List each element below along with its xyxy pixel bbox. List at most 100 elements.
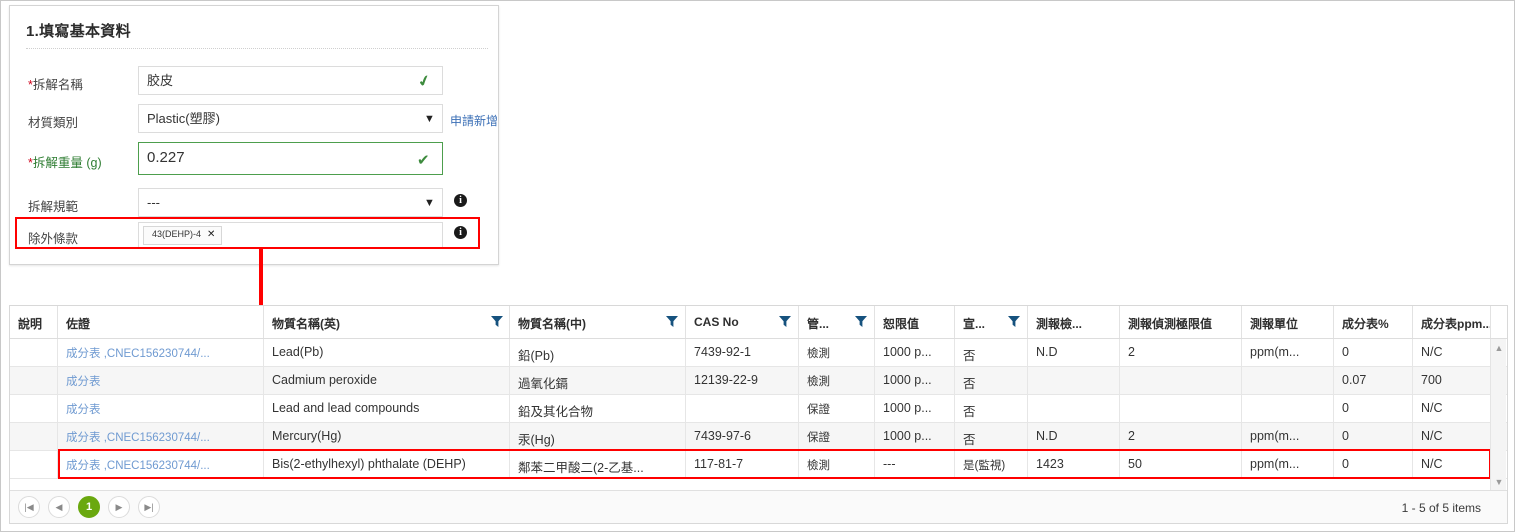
form-row-disassembly-spec: 拆解規範 --- ▼ i: [10, 186, 500, 224]
basic-info-card: 1.填寫基本資料 *拆解名稱 胶皮 ✔ 材質類別 Plastic(塑膠) ▼ 申…: [9, 5, 499, 265]
label-disassembly-weight: *拆解重量 (g): [28, 156, 102, 170]
cell-name-en: Bis(2-ethylhexyl) phthalate (DEHP): [264, 451, 510, 478]
col-header-name-en[interactable]: 物質名稱(英): [264, 306, 510, 338]
pager-next-button[interactable]: ▶: [108, 496, 130, 518]
form-row-material-category: 材質類別 Plastic(塑膠) ▼ 申請新增: [10, 102, 500, 140]
cell-report-unit: [1242, 395, 1334, 422]
cell-report-test: N.D: [1028, 423, 1120, 450]
cell-evidence[interactable]: 成分表 ,CNEC156230744/...: [58, 339, 264, 366]
cell-report-test: 1423: [1028, 451, 1120, 478]
cell-declaration: 否: [955, 339, 1028, 366]
label-disassembly-name: *拆解名稱: [28, 78, 83, 92]
exclusion-tag-label: 43(DEHP)-4: [152, 229, 202, 239]
chevron-down-icon-material[interactable]: ▼: [424, 113, 435, 125]
grid-body: 成分表 ,CNEC156230744/... Lead(Pb) 鉛(Pb) 74…: [10, 339, 1507, 491]
cell-composition-ppm: 700: [1413, 367, 1491, 394]
cell-threshold: 1000 p...: [875, 395, 955, 422]
form-row-exclusion-clause: 除外條款 43(DEHP)-4 ✕ i: [10, 220, 500, 258]
filter-icon-name-en[interactable]: [491, 316, 503, 327]
cell-declaration: 否: [955, 423, 1028, 450]
cell-name-en: Cadmium peroxide: [264, 367, 510, 394]
grid-vertical-scrollbar[interactable]: ▲ ▼: [1490, 339, 1506, 491]
filter-icon-control[interactable]: [855, 316, 867, 327]
info-icon-exclusion[interactable]: i: [454, 226, 467, 239]
table-row[interactable]: 成分表 Cadmium peroxide 過氧化鎘 12139-22-9 檢測 …: [10, 367, 1507, 395]
cell-name-zh: 鄰苯二甲酸二(2-乙基...: [510, 451, 686, 478]
cell-cas-no: [686, 395, 799, 422]
cell-control: 檢測: [799, 367, 875, 394]
disassembly-name-input[interactable]: 胶皮: [138, 66, 443, 95]
col-header-composition-ppm[interactable]: 成分表ppm...: [1413, 306, 1491, 338]
pager-first-button[interactable]: |◀: [18, 496, 40, 518]
cell-composition-ppm: N/C: [1413, 339, 1491, 366]
cell-cas-no: 7439-92-1: [686, 339, 799, 366]
cell-name-en: Lead(Pb): [264, 339, 510, 366]
apply-new-link[interactable]: 申請新增: [450, 112, 498, 129]
cell-composition-pct: 0: [1334, 451, 1413, 478]
cell-report-unit: ppm(m...: [1242, 423, 1334, 450]
cell-composition-pct: 0: [1334, 395, 1413, 422]
table-row[interactable]: 成分表 Lead and lead compounds 鉛及其化合物 保證 10…: [10, 395, 1507, 423]
cell-name-zh: 汞(Hg): [510, 423, 686, 450]
cell-control: 保證: [799, 423, 875, 450]
substance-grid: 說明 佐證 物質名稱(英) 物質名稱(中) CAS No 管... 恕限值 宣.…: [9, 305, 1508, 524]
cell-report-limit: 50: [1120, 451, 1242, 478]
cell-composition-pct: 0: [1334, 339, 1413, 366]
cell-name-zh: 過氧化鎘: [510, 367, 686, 394]
disassembly-weight-input[interactable]: 0.227: [138, 142, 443, 175]
col-header-description[interactable]: 說明: [10, 306, 58, 338]
table-row[interactable]: 成分表 ,CNEC156230744/... Bis(2-ethylhexyl)…: [10, 451, 1507, 479]
col-header-composition-pct[interactable]: 成分表%: [1334, 306, 1413, 338]
chevron-down-icon-spec[interactable]: ▼: [424, 197, 435, 209]
filter-icon-declaration[interactable]: [1008, 316, 1020, 327]
cell-description: [10, 395, 58, 422]
cell-report-limit: 2: [1120, 339, 1242, 366]
cell-evidence[interactable]: 成分表 ,CNEC156230744/...: [58, 423, 264, 450]
info-icon-spec[interactable]: i: [454, 194, 467, 207]
table-row[interactable]: 成分表 ,CNEC156230744/... Mercury(Hg) 汞(Hg)…: [10, 423, 1507, 451]
scroll-up-icon[interactable]: ▲: [1494, 343, 1504, 353]
table-row[interactable]: 成分表 ,CNEC156230744/... Lead(Pb) 鉛(Pb) 74…: [10, 339, 1507, 367]
close-icon-exclusion-tag[interactable]: ✕: [207, 229, 215, 240]
col-header-report-unit[interactable]: 測報單位: [1242, 306, 1334, 338]
pager-last-button[interactable]: ▶|: [138, 496, 160, 518]
cell-control: 檢測: [799, 451, 875, 478]
filter-icon-name-zh[interactable]: [666, 316, 678, 327]
label-exclusion-clause: 除外條款: [28, 232, 79, 246]
pager-item-count: 1 - 5 of 5 items: [1401, 501, 1481, 515]
cell-report-test: [1028, 367, 1120, 394]
filter-icon-cas-no[interactable]: [779, 316, 791, 327]
cell-report-unit: [1242, 367, 1334, 394]
col-header-evidence[interactable]: 佐證: [58, 306, 264, 338]
material-category-select[interactable]: Plastic(塑膠): [138, 104, 443, 133]
exclusion-tag[interactable]: 43(DEHP)-4 ✕: [143, 226, 223, 245]
screenshot-root: 1.填寫基本資料 *拆解名稱 胶皮 ✔ 材質類別 Plastic(塑膠) ▼ 申…: [0, 0, 1515, 532]
cell-evidence[interactable]: 成分表: [58, 367, 264, 394]
scroll-down-icon[interactable]: ▼: [1494, 477, 1504, 487]
disassembly-spec-select[interactable]: ---: [138, 188, 443, 217]
cell-evidence[interactable]: 成分表: [58, 395, 264, 422]
col-header-report-limit[interactable]: 測報偵測極限值: [1120, 306, 1242, 338]
cell-report-limit: [1120, 367, 1242, 394]
cell-name-en: Mercury(Hg): [264, 423, 510, 450]
form-row-disassembly-name: *拆解名稱 胶皮 ✔: [10, 64, 500, 102]
cell-description: [10, 451, 58, 478]
cell-cas-no: 117-81-7: [686, 451, 799, 478]
cell-threshold: ---: [875, 451, 955, 478]
valid-check-icon-weight: ✔: [417, 152, 430, 169]
pager-prev-button[interactable]: ◀: [48, 496, 70, 518]
pager-page-1-button[interactable]: 1: [78, 496, 100, 518]
label-material-category: 材質類別: [28, 116, 79, 130]
col-header-name-zh[interactable]: 物質名稱(中): [510, 306, 686, 338]
cell-declaration: 否: [955, 395, 1028, 422]
cell-evidence[interactable]: 成分表 ,CNEC156230744/...: [58, 451, 264, 478]
col-header-threshold[interactable]: 恕限值: [875, 306, 955, 338]
cell-description: [10, 423, 58, 450]
cell-composition-pct: 0.07: [1334, 367, 1413, 394]
exclusion-clause-tag-input[interactable]: 43(DEHP)-4 ✕: [138, 222, 443, 249]
grid-pager: |◀ ◀ 1 ▶ ▶| 1 - 5 of 5 items: [10, 490, 1507, 523]
cell-composition-ppm: N/C: [1413, 451, 1491, 478]
cell-report-unit: ppm(m...: [1242, 339, 1334, 366]
cell-threshold: 1000 p...: [875, 367, 955, 394]
col-header-report-test[interactable]: 測報檢...: [1028, 306, 1120, 338]
